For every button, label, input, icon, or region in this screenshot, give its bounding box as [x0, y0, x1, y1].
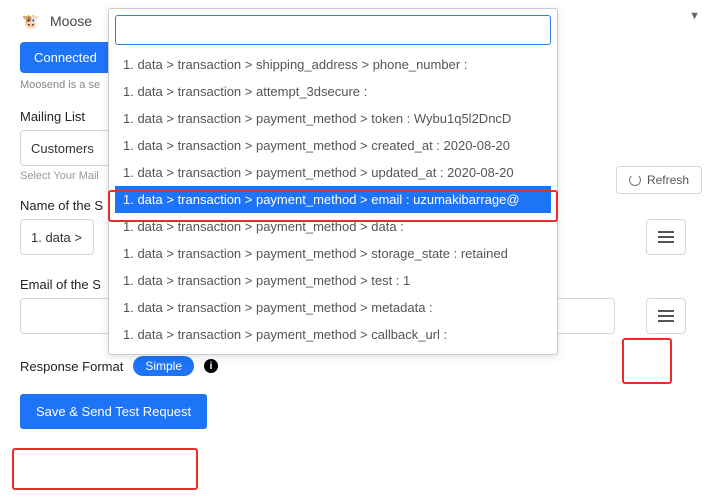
response-format-label: Response Format: [20, 359, 123, 374]
hamburger-icon: [658, 310, 674, 312]
response-format-badge[interactable]: Simple: [133, 356, 194, 376]
dropdown-list[interactable]: 1. data > transaction > shipping_address…: [115, 51, 551, 348]
dropdown-item[interactable]: 1. data > transaction > payment_method >…: [115, 213, 551, 240]
app-name: Moose: [50, 13, 92, 29]
refresh-label: Refresh: [647, 173, 689, 187]
dropdown-item[interactable]: 1. data > transaction > payment_method >…: [115, 294, 551, 321]
hamburger-icon: [658, 231, 674, 233]
hamburger-icon: [658, 241, 674, 243]
refresh-icon: [629, 174, 641, 186]
mailing-list-select[interactable]: [20, 130, 116, 166]
app-logo-icon: 🐮: [20, 10, 42, 32]
hamburger-icon: [658, 236, 674, 238]
highlight-save-button: [12, 448, 198, 490]
dropdown-item[interactable]: 1. data > transaction > payment_method >…: [115, 132, 551, 159]
dropdown-item[interactable]: 1. data > transaction > attempt_3dsecure…: [115, 78, 551, 105]
connected-button[interactable]: Connected: [20, 42, 111, 73]
name-field-menu-button[interactable]: [646, 219, 686, 255]
dropdown-search-input[interactable]: [115, 15, 551, 45]
dropdown-item[interactable]: 1. data > transaction > payment_method >…: [115, 321, 551, 348]
dropdown-item[interactable]: 1. data > transaction > payment_method >…: [115, 105, 551, 132]
dropdown-item-selected[interactable]: 1. data > transaction > payment_method >…: [115, 186, 551, 213]
email-field-menu-button[interactable]: [646, 298, 686, 334]
top-dropdown-caret[interactable]: ▼: [689, 10, 700, 22]
dropdown-item[interactable]: 1. data > transaction > payment_method >…: [115, 267, 551, 294]
hamburger-icon: [658, 320, 674, 322]
refresh-button[interactable]: Refresh: [616, 166, 702, 194]
dropdown-item[interactable]: 1. data > transaction > shipping_address…: [115, 51, 551, 78]
name-field-input[interactable]: [20, 219, 94, 255]
save-send-test-button[interactable]: Save & Send Test Request: [20, 394, 207, 429]
hamburger-icon: [658, 315, 674, 317]
field-picker-dropdown: 1. data > transaction > shipping_address…: [108, 8, 558, 355]
dropdown-item[interactable]: 1. data > transaction > payment_method >…: [115, 240, 551, 267]
dropdown-item[interactable]: 1. data > transaction > payment_method >…: [115, 159, 551, 186]
info-icon[interactable]: i: [204, 359, 218, 373]
